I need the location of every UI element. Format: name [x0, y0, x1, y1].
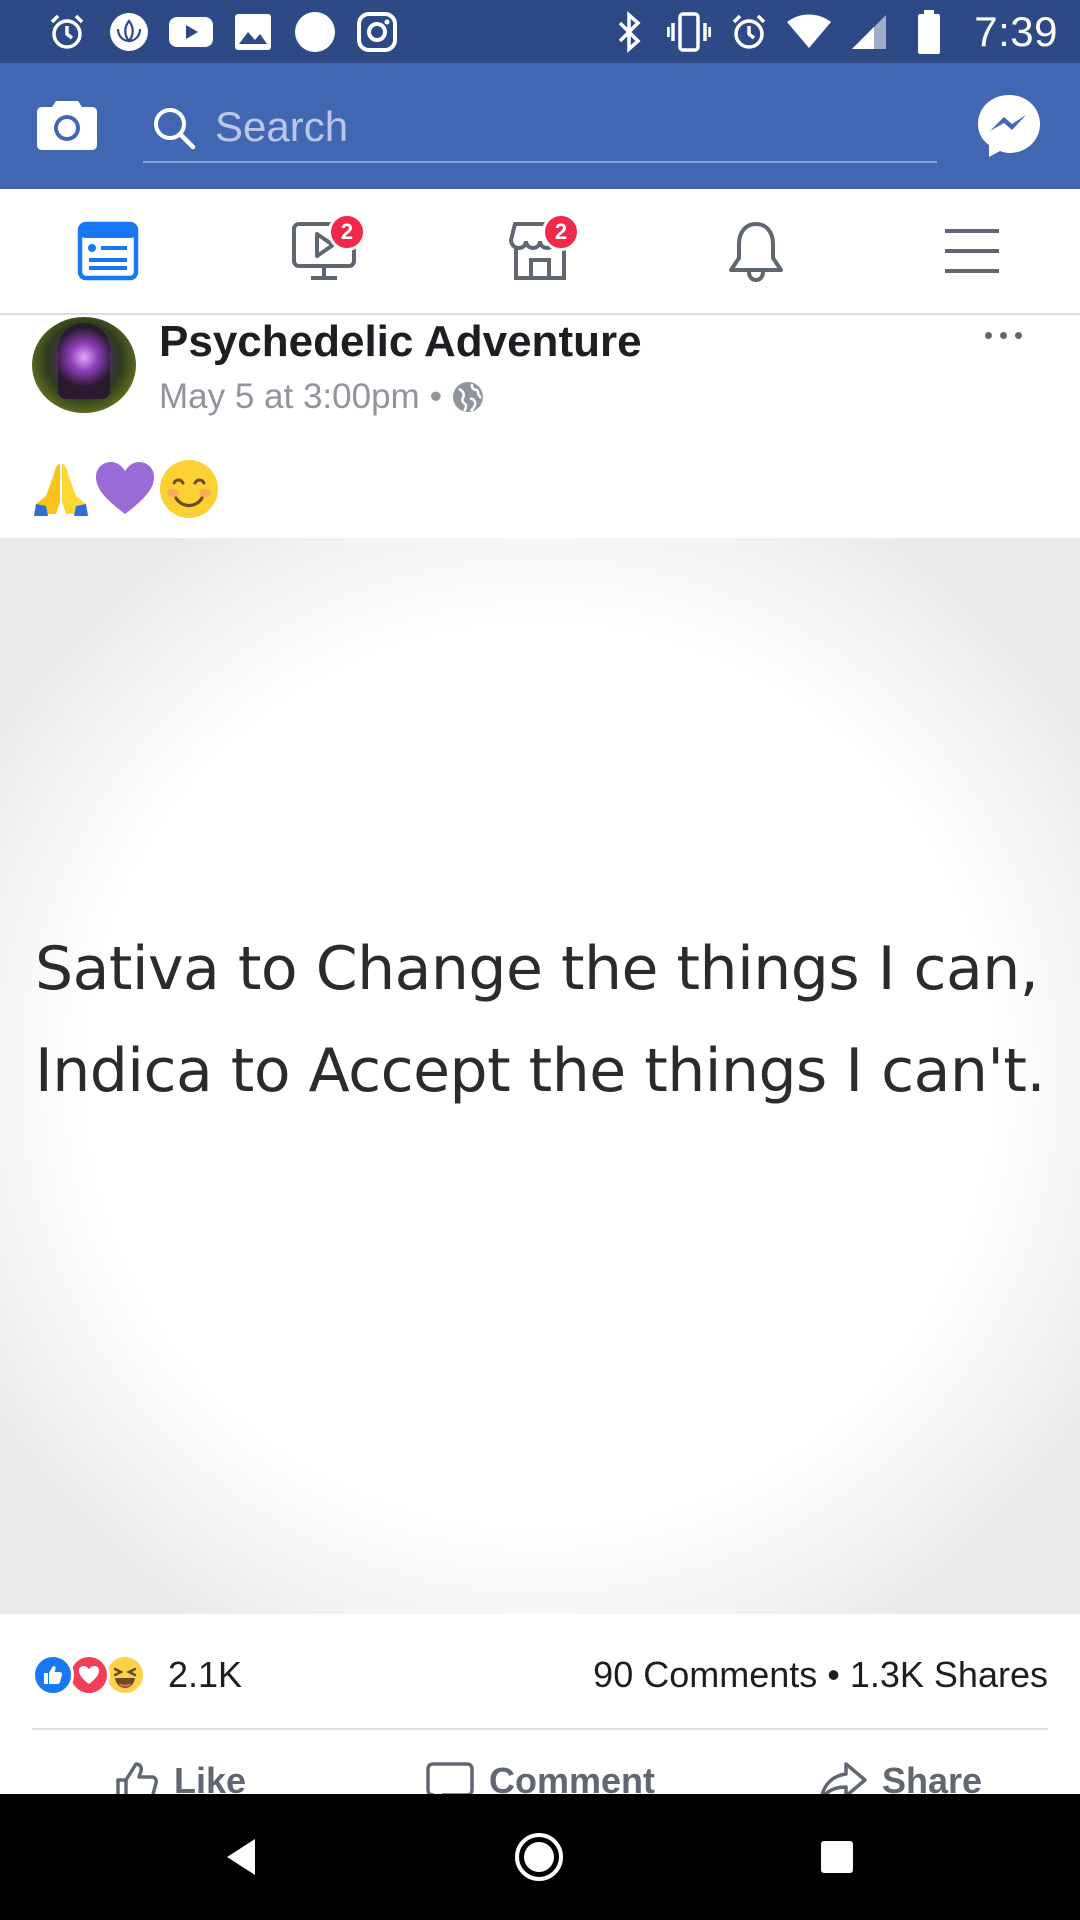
page-avatar[interactable] — [32, 317, 136, 413]
tab-menu[interactable] — [864, 189, 1080, 313]
post-options-button[interactable] — [985, 325, 1035, 345]
share-button[interactable]: Share — [720, 1738, 1080, 1794]
like-button[interactable]: Like — [0, 1738, 360, 1794]
home-icon — [515, 1833, 563, 1881]
smiling-face-emoji — [160, 460, 218, 518]
recents-icon — [821, 1841, 853, 1873]
post-header: Psychedelic Adventure May 5 at 3:00pm • — [0, 317, 1080, 427]
android-navigation-bar — [0, 1794, 1080, 1920]
love-reaction-icon — [68, 1654, 110, 1696]
nav-tabs: 2 2 — [0, 189, 1080, 315]
recents-button[interactable] — [804, 1824, 870, 1890]
more-dot — [985, 331, 992, 339]
reactions-summary: 2.1K 90 Comments • 1.3K Shares — [0, 1614, 1080, 1730]
marketplace-badge: 2 — [542, 213, 580, 251]
page-name[interactable]: Psychedelic Adventure — [159, 317, 642, 367]
quote-line-2: Indica to Accept the things I can't. — [35, 1036, 1046, 1106]
tab-news-feed[interactable] — [0, 189, 216, 313]
like-label: Like — [173, 1760, 247, 1794]
search-box[interactable] — [143, 93, 937, 163]
status-time: 7:39 — [974, 8, 1058, 55]
meta-separator: • — [429, 377, 442, 416]
haha-reaction-icon — [104, 1654, 146, 1696]
home-button[interactable] — [506, 1824, 572, 1890]
like-reaction-icon — [32, 1654, 74, 1696]
status-right-icons: 7:39 — [606, 8, 1058, 56]
share-label: Share — [881, 1760, 983, 1794]
signal-icon — [846, 9, 892, 55]
tab-notifications[interactable] — [648, 189, 864, 313]
tab-marketplace[interactable]: 2 — [432, 189, 648, 313]
comment-icon — [426, 1762, 474, 1794]
more-dot — [1000, 331, 1007, 339]
photos-icon — [230, 9, 276, 55]
hamburger-menu-icon — [945, 229, 999, 273]
instagram-icon — [354, 9, 400, 55]
image-quote: Sativa to Change the things I can, Indic… — [35, 918, 1065, 1122]
comment-label: Comment — [488, 1760, 655, 1794]
like-icon — [116, 1762, 158, 1794]
folded-hands-emoji — [34, 464, 88, 516]
post-actions: Like Comment Share — [0, 1738, 1080, 1794]
top-app-bar — [0, 63, 1080, 189]
alarm-status-icon — [726, 9, 772, 55]
search-icon — [154, 108, 196, 150]
circle-icon — [292, 9, 338, 55]
watch-badge: 2 — [328, 213, 366, 251]
news-feed-icon — [77, 221, 139, 281]
post-meta: May 5 at 3:00pm • — [159, 377, 484, 417]
bluetooth-icon — [606, 9, 652, 55]
share-icon — [820, 1762, 867, 1794]
reactions-divider — [32, 1728, 1048, 1730]
search-input[interactable] — [215, 97, 915, 157]
messenger-button[interactable] — [976, 93, 1042, 159]
globe-icon — [452, 382, 483, 412]
lotus-icon — [106, 9, 152, 55]
back-button[interactable] — [208, 1824, 274, 1890]
reaction-count[interactable]: 2.1K — [168, 1654, 242, 1696]
back-icon — [227, 1839, 255, 1875]
vibrate-icon — [666, 9, 712, 55]
bell-icon — [729, 222, 783, 282]
avatar-figure — [58, 323, 110, 399]
more-dot — [1015, 331, 1022, 339]
wifi-icon — [786, 9, 832, 55]
post-text — [30, 458, 220, 520]
youtube-icon — [168, 9, 214, 55]
camera-button[interactable] — [36, 95, 106, 157]
comments-shares-count[interactable]: 90 Comments • 1.3K Shares — [593, 1654, 1048, 1696]
status-bar: 7:39 — [0, 0, 1080, 63]
status-left-icons — [44, 8, 400, 56]
alarm-icon — [44, 9, 90, 55]
battery-icon — [906, 9, 952, 55]
camera-icon — [37, 101, 97, 150]
post-image[interactable]: Sativa to Change the things I can, Indic… — [0, 538, 1080, 1614]
tab-watch[interactable]: 2 — [216, 189, 432, 313]
purple-heart-emoji — [96, 462, 154, 514]
quote-line-1: Sativa to Change the things I can, — [35, 934, 1039, 1004]
post-timestamp[interactable]: May 5 at 3:00pm — [159, 377, 420, 417]
reaction-icons[interactable] — [32, 1654, 146, 1696]
comment-button[interactable]: Comment — [360, 1738, 720, 1794]
messenger-icon — [978, 95, 1040, 157]
